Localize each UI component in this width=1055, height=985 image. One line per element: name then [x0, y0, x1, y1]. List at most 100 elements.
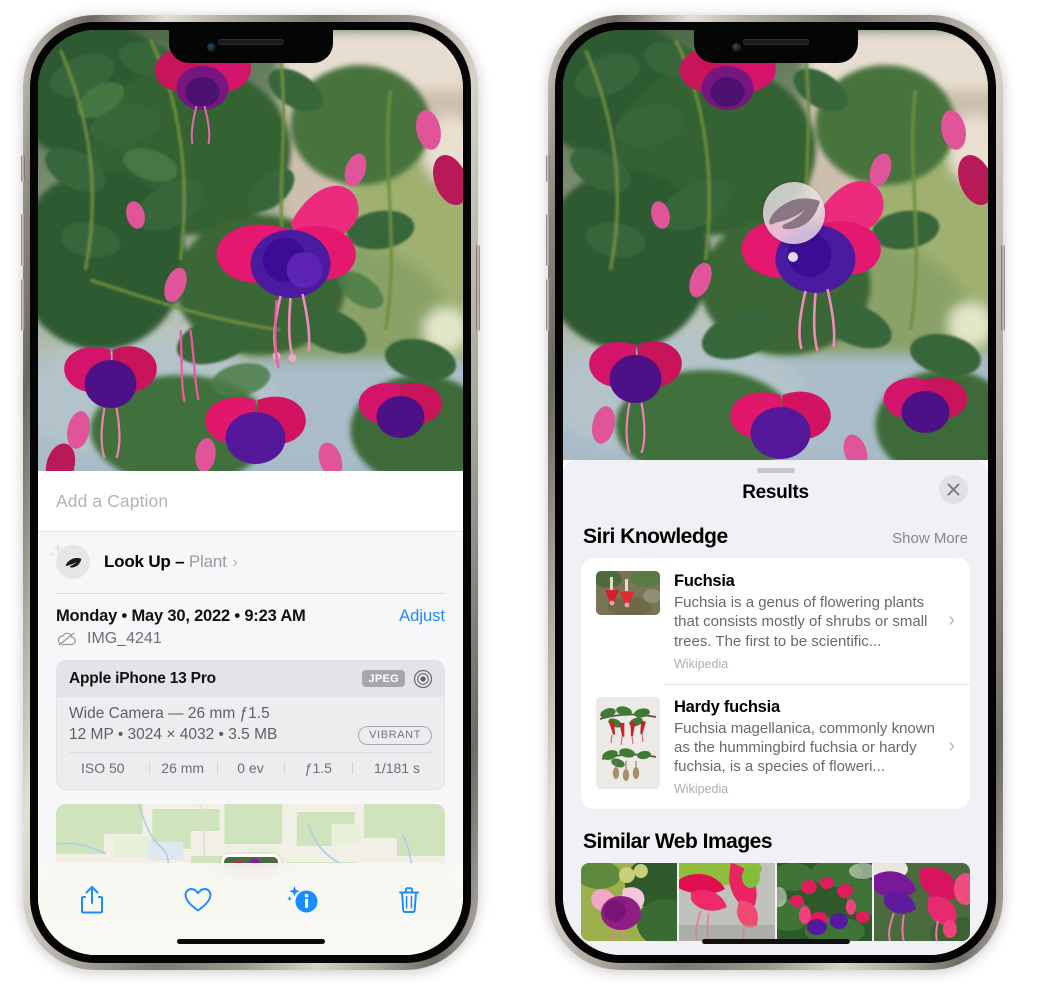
photo-info-sheet: Add a Caption Look Up – Plant › Monday •…	[38, 471, 463, 955]
siri-knowledge-header: Siri Knowledge Show More	[563, 504, 988, 558]
volume-up-button[interactable]	[21, 214, 25, 266]
visual-lookup-leaf-pin[interactable]	[763, 182, 825, 244]
fuchsia-thumbnail-2	[596, 696, 660, 789]
volume-down-button-right[interactable]	[546, 279, 550, 331]
exif-exposure-bias: 0 ev	[216, 760, 285, 776]
filename-row: IMG_4241	[38, 626, 463, 660]
close-button[interactable]	[939, 475, 968, 504]
screen-right: Results Siri Knowledge Show More Fuchsia…	[563, 30, 988, 955]
results-header: Results	[563, 473, 988, 504]
knowledge-body: Fuchsia Fuchsia is a genus of flowering …	[660, 571, 948, 671]
trash-icon	[399, 887, 419, 913]
volume-down-button[interactable]	[21, 279, 25, 331]
icloud-slash-icon	[57, 631, 76, 646]
knowledge-item-fuchsia[interactable]: Fuchsia Fuchsia is a genus of flowering …	[581, 558, 970, 684]
format-badge: JPEG	[362, 670, 405, 687]
share-button[interactable]	[70, 880, 114, 920]
camera-card-body: Wide Camera — 26 mm ƒ1.5 12 MP • 3024 × …	[57, 697, 444, 790]
silence-switch[interactable]	[21, 155, 25, 182]
web-image-thumbnail[interactable]	[776, 863, 873, 942]
camera-card-header: Apple iPhone 13 Pro JPEG	[57, 660, 444, 697]
web-thumb-4	[874, 863, 970, 942]
front-camera	[731, 43, 741, 52]
device-notch-left	[168, 30, 333, 63]
show-more-button[interactable]: Show More	[892, 530, 968, 547]
lens-info: Wide Camera — 26 mm ƒ1.5	[69, 704, 270, 722]
specs-row: 12 MP • 3024 × 4032 • 3.5 MB VIBRANT	[69, 725, 432, 745]
exif-iso: ISO 50	[81, 760, 125, 776]
device-bezel-right: Results Siri Knowledge Show More Fuchsia…	[555, 22, 996, 963]
close-icon	[947, 483, 960, 496]
exif-aperture: ƒ1.5	[284, 760, 352, 776]
photographic-style-badge: VIBRANT	[358, 725, 432, 745]
knowledge-title: Hardy fuchsia	[674, 697, 780, 716]
similar-web-images-title: Similar Web Images	[583, 830, 773, 854]
leaf-icon	[769, 198, 820, 230]
visual-lookup-anchor-dot	[788, 252, 798, 262]
look-up-dash: –	[170, 552, 189, 571]
power-button[interactable]	[476, 245, 480, 331]
iphone-device-right: Results Siri Knowledge Show More Fuchsia…	[546, 15, 1005, 970]
home-indicator[interactable]	[176, 939, 325, 944]
web-image-thumbnail[interactable]	[874, 863, 970, 942]
info-sparkle-icon	[287, 886, 318, 913]
camera-model: Apple iPhone 13 Pro	[69, 669, 216, 687]
fuchsia-thumbnail-1	[596, 571, 660, 615]
power-button-right[interactable]	[1001, 245, 1005, 331]
leaf-icon-badge	[49, 543, 90, 579]
favorite-button[interactable]	[176, 880, 220, 920]
camera-details-card[interactable]: Apple iPhone 13 Pro JPEG Wide Camera — 2…	[56, 659, 445, 790]
results-sheet: Results Siri Knowledge Show More Fuchsia…	[563, 460, 988, 955]
web-image-thumbnail[interactable]	[678, 863, 775, 942]
chevron-right-icon: ›	[948, 735, 955, 758]
knowledge-title: Fuchsia	[674, 572, 735, 590]
home-indicator[interactable]	[701, 939, 850, 944]
knowledge-thumbnail	[596, 696, 660, 789]
silence-switch-right[interactable]	[546, 155, 550, 182]
web-thumb-2	[678, 863, 775, 942]
earpiece-speaker	[217, 39, 284, 45]
knowledge-body: Hardy fuchsia Fuchsia magellanica, commo…	[660, 697, 948, 797]
knowledge-description: Fuchsia is a genus of flowering plants t…	[674, 594, 928, 650]
adjust-button[interactable]: Adjust	[399, 607, 445, 626]
device-bezel-left: Add a Caption Look Up – Plant › Monday •…	[30, 22, 471, 963]
web-thumb-3	[776, 863, 873, 942]
siri-knowledge-card: Fuchsia Fuchsia is a genus of flowering …	[581, 558, 970, 810]
camera-header-right: JPEG	[362, 669, 433, 689]
knowledge-item-hardy-fuchsia[interactable]: Hardy fuchsia Fuchsia magellanica, commo…	[581, 683, 970, 810]
photo-viewer-left[interactable]	[38, 30, 463, 471]
screenshot-stage: Add a Caption Look Up – Plant › Monday •…	[0, 0, 1055, 985]
results-title: Results	[742, 482, 809, 503]
chevron-right-icon: ›	[948, 609, 955, 632]
caption-input[interactable]: Add a Caption	[56, 491, 445, 512]
look-up-kind: Plant	[188, 552, 227, 571]
earpiece-speaker	[742, 39, 809, 45]
web-thumb-1	[581, 863, 677, 942]
delete-button[interactable]	[387, 880, 431, 920]
knowledge-source: Wikipedia	[674, 656, 729, 671]
exif-shutter-speed: 1/181 s	[352, 760, 428, 776]
fuchsia-photo-left	[38, 30, 463, 471]
look-up-label: Look Up – Plant ›	[104, 552, 238, 572]
look-up-row[interactable]: Look Up – Plant ›	[38, 532, 463, 593]
exif-focal-length: 26 mm	[148, 760, 217, 776]
look-up-text: Look Up	[104, 552, 171, 571]
photo-toolbar	[38, 863, 463, 955]
front-camera	[206, 43, 216, 52]
heart-icon	[184, 888, 212, 912]
aperture-icon[interactable]	[413, 669, 433, 689]
share-icon	[81, 886, 103, 914]
knowledge-description: Fuchsia magellanica, commonly known as t…	[674, 719, 935, 776]
fuchsia-photo-right	[563, 30, 988, 460]
knowledge-source: Wikipedia	[674, 782, 729, 797]
image-specs: 12 MP • 3024 × 4032 • 3.5 MB	[69, 726, 278, 744]
exif-row: ISO 50 26 mm 0 ev ƒ1.5 1/181 s	[69, 752, 432, 783]
similar-web-images-strip[interactable]	[563, 863, 988, 942]
web-image-thumbnail[interactable]	[581, 863, 677, 942]
iphone-device-left: Add a Caption Look Up – Plant › Monday •…	[21, 15, 480, 970]
photo-viewer-right[interactable]	[563, 30, 988, 460]
caption-field-row[interactable]: Add a Caption	[38, 471, 463, 532]
chevron-right-icon: ›	[232, 554, 238, 571]
volume-up-button-right[interactable]	[546, 214, 550, 266]
info-button[interactable]	[281, 880, 325, 920]
